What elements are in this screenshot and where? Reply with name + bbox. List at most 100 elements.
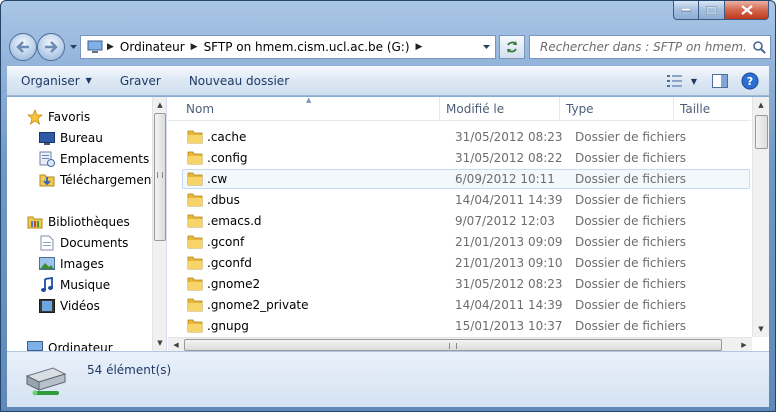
file-type: Dossier de fichiers [575, 151, 687, 165]
file-name: .emacs.d [207, 214, 262, 228]
nav-favorites-label: Favoris [48, 110, 91, 124]
nav-libraries[interactable]: Bibliothèques [27, 212, 130, 232]
command-bar: Organiser ▼ Graver Nouveau dossier ▼ ? [7, 66, 769, 96]
nav-computer-label: Ordinateur [48, 341, 113, 351]
file-name: .cache [207, 130, 247, 144]
vertical-scrollbar-thumb[interactable] [755, 115, 768, 149]
address-bar[interactable]: ▶ Ordinateur ▶ SFTP on hmem.cism.ucl.ac.… [80, 35, 496, 59]
nav-scrollbar[interactable]: ▲ ▼ [152, 97, 166, 351]
nav-downloads[interactable]: Téléchargements [39, 170, 162, 190]
help-button[interactable]: ? [737, 69, 763, 93]
nav-favorites[interactable]: Favoris [27, 107, 90, 127]
chevron-down-icon [482, 44, 490, 49]
breadcrumb-separator[interactable]: ▶ [105, 42, 116, 52]
search-box[interactable] [529, 35, 771, 59]
table-row[interactable]: .dbus 14/04/2011 14:39 Dossier de fichie… [182, 190, 750, 210]
nav-computer[interactable]: Ordinateur [27, 338, 113, 351]
search-icon[interactable] [752, 40, 766, 57]
file-modified: 15/01/2013 10:37 [455, 319, 563, 333]
arrow-left-icon [16, 41, 29, 53]
table-row[interactable]: .cw 6/09/2012 10:11 Dossier de fichiers [182, 169, 750, 189]
svg-text:?: ? [747, 75, 753, 88]
navigation-pane: Favoris Bureau Emplacements récents Télé… [7, 97, 167, 351]
column-header-type[interactable]: Type [560, 97, 674, 121]
folder-icon [187, 172, 203, 186]
close-button[interactable] [725, 1, 769, 20]
column-header-size[interactable]: Taille [674, 97, 744, 121]
scroll-down-arrow-icon[interactable]: ▼ [754, 322, 768, 336]
address-dropdown[interactable] [479, 40, 493, 54]
scroll-down-arrow-icon[interactable]: ▼ [153, 336, 166, 350]
nav-images[interactable]: Images [39, 254, 104, 274]
preview-pane-button[interactable] [707, 69, 733, 93]
column-header-name[interactable]: ▲ Nom [168, 96, 440, 121]
file-type: Dossier de fichiers [575, 193, 687, 207]
scroll-up-arrow-icon[interactable]: ▲ [754, 98, 768, 112]
breadcrumb-separator[interactable]: ▶ [189, 42, 200, 52]
table-row[interactable]: .gconfd 21/01/2013 09:10 Dossier de fich… [182, 253, 750, 273]
file-modified: 31/05/2012 08:23 [455, 130, 563, 144]
back-button[interactable] [9, 33, 37, 61]
folder-icon [187, 319, 203, 333]
new-folder-button[interactable]: Nouveau dossier [175, 69, 303, 93]
file-type: Dossier de fichiers [575, 130, 687, 144]
window-controls [673, 1, 769, 20]
organize-button[interactable]: Organiser ▼ [7, 69, 106, 93]
nav-music[interactable]: Musique [39, 275, 110, 295]
nav-documents[interactable]: Documents [39, 233, 128, 253]
burn-button[interactable]: Graver [106, 69, 175, 93]
file-list-horizontal-scrollbar[interactable]: ◀ ▶ [168, 337, 752, 351]
table-row[interactable]: .gnupg 15/01/2013 10:37 Dossier de fichi… [182, 316, 750, 336]
desktop-icon [39, 130, 55, 146]
images-icon [39, 256, 55, 272]
scroll-left-arrow-icon[interactable]: ◀ [169, 338, 183, 352]
refresh-button[interactable] [499, 35, 525, 59]
toolbar-right: ▼ ? [661, 69, 763, 93]
nav-downloads-label: Téléchargements [60, 173, 163, 187]
maximize-button[interactable] [699, 1, 725, 20]
nav-videos[interactable]: Vidéos [39, 296, 100, 316]
nav-scrollbar-thumb[interactable] [154, 113, 166, 241]
scroll-up-arrow-icon[interactable]: ▲ [153, 98, 166, 112]
view-options-button[interactable]: ▼ [661, 69, 703, 93]
videos-icon [39, 298, 55, 314]
forward-button[interactable] [37, 33, 65, 61]
minimize-button[interactable] [673, 1, 699, 20]
preview-pane-icon [712, 74, 728, 88]
file-list-vertical-scrollbar[interactable]: ▲ ▼ [752, 97, 769, 337]
horizontal-scrollbar-thumb[interactable] [184, 339, 722, 351]
recent-pages-dropdown[interactable] [68, 42, 78, 52]
nav-music-label: Musique [60, 278, 111, 292]
file-type: Dossier de fichiers [575, 214, 687, 228]
column-header-modified[interactable]: Modifié le [440, 97, 560, 121]
column-name-label: Nom [186, 102, 215, 116]
file-modified: 14/04/2011 14:39 [455, 193, 563, 207]
chevron-down-icon: ▼ [690, 76, 698, 86]
file-modified: 31/05/2012 08:23 [455, 277, 563, 291]
table-row[interactable]: .gnome2 31/05/2012 08:23 Dossier de fich… [182, 274, 750, 294]
file-name: .gnome2_private [207, 298, 309, 312]
file-modified: 9/07/2012 12:03 [455, 214, 555, 228]
breadcrumb-sftp-drive[interactable]: SFTP on hmem.cism.ucl.ac.be (G:) [200, 40, 414, 54]
breadcrumb-computer[interactable]: Ordinateur [116, 40, 189, 54]
table-row[interactable]: .gconf 21/01/2013 09:09 Dossier de fichi… [182, 232, 750, 252]
search-input[interactable] [540, 40, 745, 54]
column-size-label: Taille [680, 102, 711, 116]
file-modified: 6/09/2012 10:11 [455, 172, 555, 186]
column-type-label: Type [566, 102, 594, 116]
breadcrumb-separator[interactable]: ▶ [414, 42, 425, 52]
table-row[interactable]: .gnome2_private 14/04/2011 14:39 Dossier… [182, 295, 750, 315]
details-pane: 54 élément(s) [7, 351, 769, 407]
nav-desktop[interactable]: Bureau [39, 128, 103, 148]
recent-places-icon [39, 151, 55, 167]
help-icon: ? [741, 72, 759, 90]
table-row[interactable]: .config 31/05/2012 08:22 Dossier de fich… [182, 148, 750, 168]
nav-recent-places[interactable]: Emplacements récents [39, 149, 166, 169]
folder-icon [187, 130, 203, 144]
explorer-window: ▶ Ordinateur ▶ SFTP on hmem.cism.ucl.ac.… [0, 0, 776, 412]
content-area: Favoris Bureau Emplacements récents Télé… [7, 96, 769, 351]
folder-icon [187, 151, 203, 165]
scroll-right-arrow-icon[interactable]: ▶ [737, 338, 751, 352]
table-row[interactable]: .cache 31/05/2012 08:23 Dossier de fichi… [182, 127, 750, 147]
table-row[interactable]: .emacs.d 9/07/2012 12:03 Dossier de fich… [182, 211, 750, 231]
